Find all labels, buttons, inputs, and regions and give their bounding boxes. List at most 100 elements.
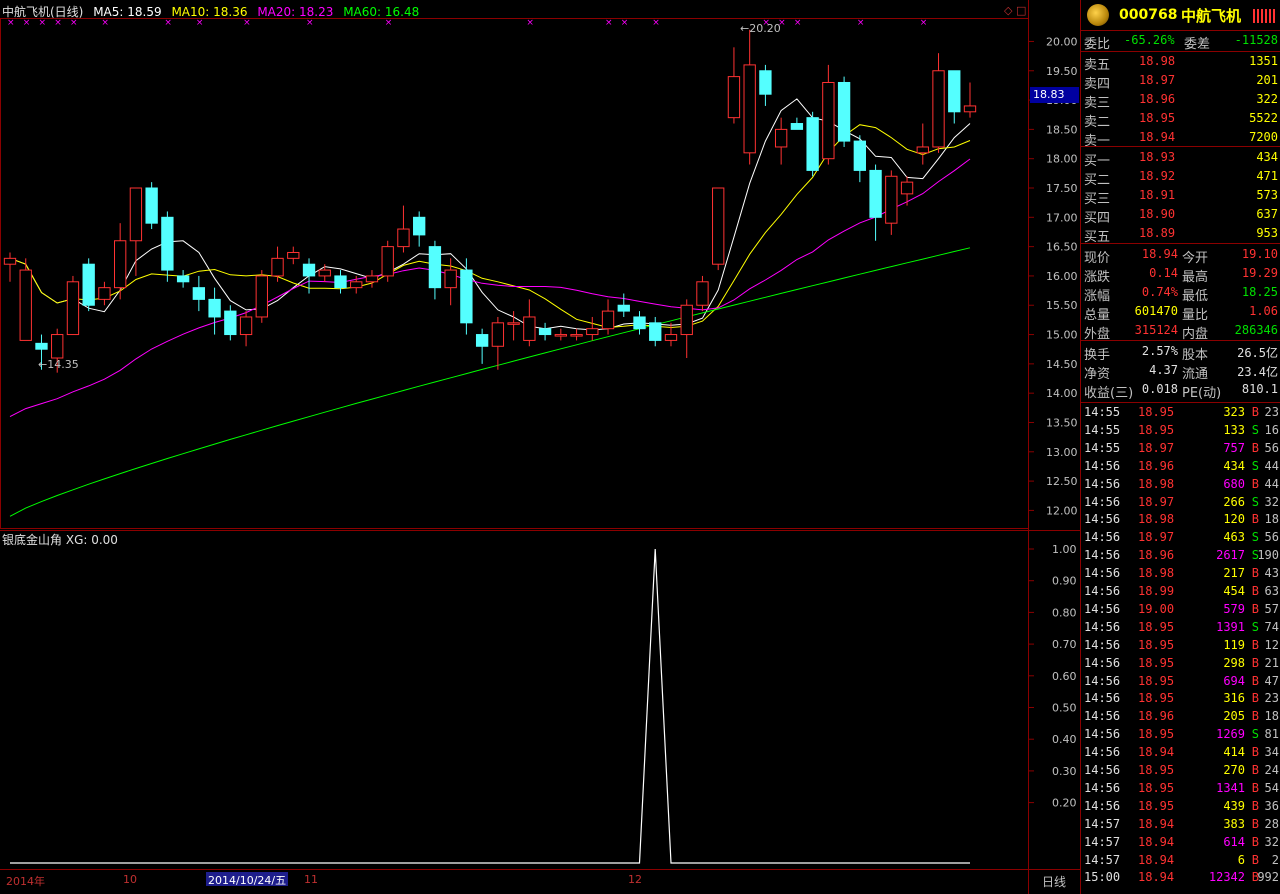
chart-area[interactable]: 20.0019.5019.0018.5018.0017.5017.0016.50… [0, 0, 1080, 894]
stat-value: 1.06 [1249, 304, 1278, 318]
tick-row[interactable]: 14:56 18.95 694 B 47 [1081, 672, 1280, 690]
candle [19, 258, 32, 341]
tick-row[interactable]: 14:56 18.97 463 S 56 [1081, 528, 1280, 546]
tick-row[interactable]: 14:57 18.94 6 B 2 [1081, 851, 1280, 869]
diamond-icon[interactable]: ◇ [1004, 4, 1012, 17]
fundamental-value: 26.5亿 [1237, 346, 1278, 360]
tick-row[interactable]: 14:56 18.96 205 B 18 [1081, 707, 1280, 725]
tick-row[interactable]: 14:56 18.96 434 S 44 [1081, 457, 1280, 475]
period-label[interactable]: 日线 [1042, 873, 1066, 890]
tick-row[interactable]: 14:56 18.98 120 B 18 [1081, 510, 1280, 528]
candle [334, 270, 347, 294]
tick-row[interactable]: 14:56 18.97 266 S 32 [1081, 493, 1280, 511]
bid-row[interactable]: 买四 18.90 637 [1081, 206, 1280, 226]
candle-body [869, 169, 882, 218]
candle-body [837, 81, 851, 142]
candle [66, 275, 80, 336]
tick-row[interactable]: 14:56 18.95 270 B 24 [1081, 761, 1280, 779]
tick-side: B [1251, 709, 1259, 724]
tick-price: 18.94 [1138, 870, 1175, 885]
candle-body [491, 322, 505, 347]
candle-body [381, 246, 394, 277]
bid-row[interactable]: 买一 18.93 434 [1081, 149, 1280, 169]
tick-time: 14:56 [1084, 566, 1121, 581]
tick-count: 2 [1271, 852, 1279, 867]
kline-chart[interactable]: 20.0019.5019.0018.5018.0017.5017.0016.50… [0, 0, 1080, 894]
tick-row[interactable]: 14:56 18.95 439 B 36 [1081, 797, 1280, 815]
tick-row[interactable]: 14:55 18.97 757 B 56 [1081, 439, 1280, 457]
tick-row[interactable]: 14:56 18.96 2617 S 190 [1081, 546, 1280, 564]
restore-icon[interactable]: □ [1016, 4, 1026, 17]
tick-row[interactable]: 14:56 18.98 680 B 44 [1081, 475, 1280, 493]
month-11-label: 11 [304, 873, 318, 886]
ask-volume: 5522 [1249, 111, 1278, 125]
tick-row[interactable]: 14:56 18.95 316 B 23 [1081, 689, 1280, 707]
tick-row[interactable]: 14:56 18.99 454 B 63 [1081, 582, 1280, 600]
bid-price: 18.90 [1139, 207, 1176, 221]
bid-row[interactable]: 买二 18.92 471 [1081, 168, 1280, 188]
indicator-axis-label: 0.80 [1052, 606, 1077, 619]
candle [475, 328, 489, 364]
tick-count: 12 [1264, 637, 1279, 652]
tick-row[interactable]: 14:55 18.95 323 B 23 [1081, 403, 1280, 421]
chart-window-icons[interactable]: ◇ □ [1004, 4, 1026, 17]
tick-volume: 1269 [1216, 727, 1245, 742]
tick-volume: 614 [1223, 834, 1245, 849]
tick-row[interactable]: 14:56 18.95 119 B 12 [1081, 636, 1280, 654]
tick-row[interactable]: 14:55 18.95 133 S 16 [1081, 421, 1280, 439]
candle [822, 64, 835, 165]
candle [570, 328, 583, 341]
signal-bars-icon [1253, 9, 1277, 23]
tick-row[interactable]: 14:56 18.95 298 B 21 [1081, 654, 1280, 672]
tick-price: 18.95 [1138, 619, 1175, 634]
price-axis-label: 12.50 [1046, 475, 1078, 488]
candle [680, 299, 693, 358]
tick-volume: 119 [1223, 637, 1245, 652]
tick-side: S [1251, 458, 1259, 473]
tick-row[interactable]: 15:00 18.94 12342 B 992 [1081, 868, 1280, 886]
ask-row[interactable]: 卖一 18.94 7200 [1081, 129, 1280, 149]
candle-body [413, 216, 426, 236]
tick-row[interactable]: 14:57 18.94 614 B 32 [1081, 833, 1280, 851]
candle [853, 135, 867, 183]
stat-value: 0.14 [1149, 266, 1178, 280]
candle-body [601, 310, 615, 330]
indicator-axis-label: 0.20 [1052, 797, 1077, 810]
tick-count: 74 [1264, 619, 1279, 634]
arrow-icon: ← [740, 22, 750, 35]
tick-row[interactable]: 14:56 19.00 579 B 57 [1081, 600, 1280, 618]
bid-row[interactable]: 买五 18.89 953 [1081, 225, 1280, 245]
candle [428, 240, 442, 300]
ask-row[interactable]: 卖五 18.98 1351 [1081, 53, 1280, 73]
candle [192, 275, 206, 312]
ask-row[interactable]: 卖三 18.96 322 [1081, 91, 1280, 111]
candle [712, 187, 725, 271]
tick-count: 21 [1264, 655, 1279, 670]
tick-row[interactable]: 14:56 18.95 1391 S 74 [1081, 618, 1280, 636]
candle-body [932, 70, 945, 148]
stat-label: 现价 [1084, 251, 1111, 266]
tick-row[interactable]: 14:56 18.98 217 B 43 [1081, 564, 1280, 582]
low-value: 14.35 [47, 358, 79, 371]
bid-price: 18.92 [1139, 169, 1176, 183]
tick-side: B [1251, 405, 1259, 419]
ask-label: 卖三 [1084, 96, 1111, 111]
tick-row[interactable]: 14:56 18.95 1341 B 54 [1081, 779, 1280, 797]
tick-row[interactable]: 14:57 18.94 383 B 28 [1081, 815, 1280, 833]
tick-row[interactable]: 14:56 18.95 1269 S 81 [1081, 725, 1280, 743]
bid-row[interactable]: 买三 18.91 573 [1081, 187, 1280, 207]
candle-layer: × × × × × × × × × × × × × × × × × × × × [3, 18, 977, 373]
tick-count: 23 [1264, 405, 1279, 419]
ask-row[interactable]: 卖二 18.95 5522 [1081, 110, 1280, 130]
fundamental-label: 净资 [1084, 367, 1111, 382]
tick-side: S [1251, 530, 1259, 545]
tick-row[interactable]: 14:56 18.94 414 B 34 [1081, 743, 1280, 761]
fundamental-value: 0.018 [1141, 382, 1178, 396]
candle-body [774, 128, 788, 148]
candle-body [790, 123, 804, 130]
ask-row[interactable]: 卖四 18.97 201 [1081, 72, 1280, 92]
tick-volume: 383 [1223, 816, 1245, 831]
bid-volume: 573 [1256, 188, 1278, 202]
tick-count: 24 [1264, 763, 1279, 777]
tick-time: 14:56 [1084, 601, 1121, 616]
